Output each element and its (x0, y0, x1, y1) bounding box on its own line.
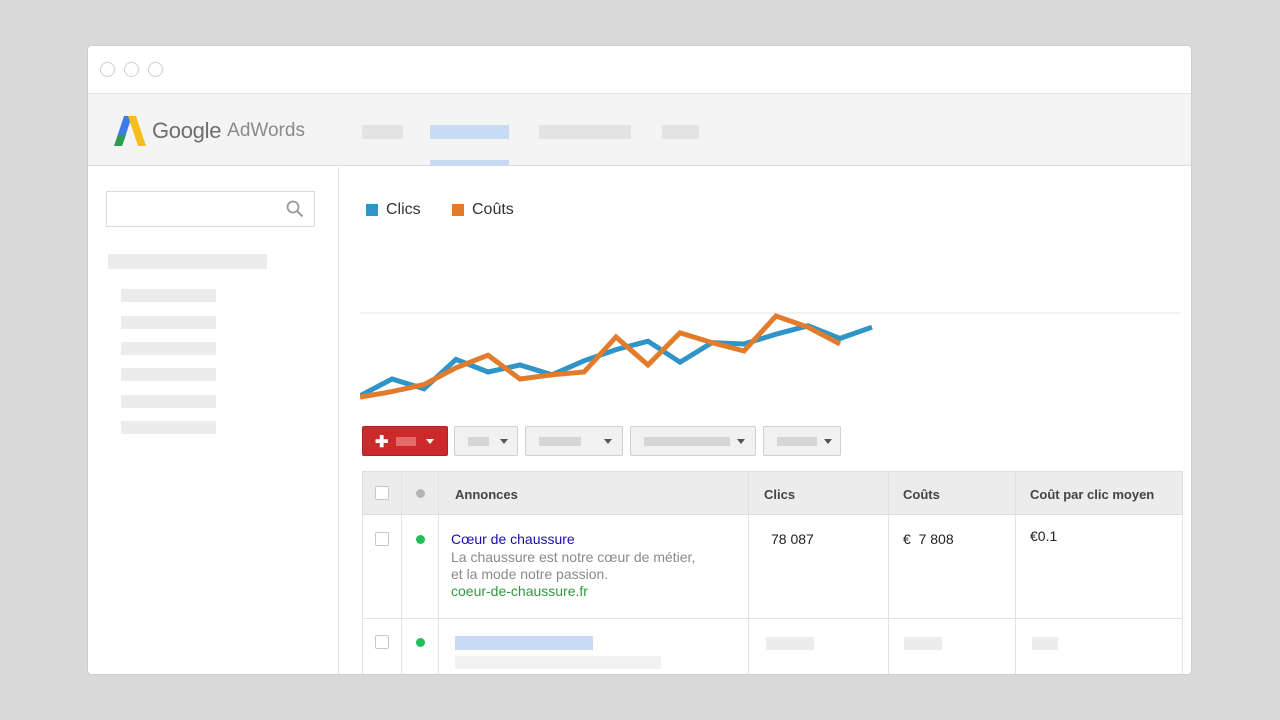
select-all-checkbox[interactable] (375, 486, 389, 500)
dropdown-label-placeholder (777, 437, 817, 446)
row-checkbox[interactable] (375, 635, 389, 649)
ad-display-url: coeur-de-chaussure.fr (451, 583, 588, 599)
header-couts[interactable]: Coûts (903, 487, 940, 502)
app-header: Google AdWords (88, 94, 1191, 166)
header-cpc[interactable]: Coût par clic moyen (1030, 487, 1154, 502)
search-input[interactable] (106, 191, 315, 227)
nav-tab-1[interactable] (362, 125, 403, 139)
dropdown-label-placeholder (644, 437, 730, 446)
series-line-couts (360, 313, 842, 400)
plus-icon: ✚ (375, 434, 389, 451)
chevron-down-icon (824, 439, 832, 444)
filter-dropdown-4[interactable] (763, 426, 841, 456)
chevron-down-icon (604, 439, 612, 444)
ads-table: Annonces Clics Coûts Coût par clic moyen… (362, 471, 1183, 674)
sidebar-item-3[interactable] (121, 342, 216, 355)
nav-tab-3[interactable] (539, 125, 631, 139)
legend-clicks-swatch (366, 204, 378, 216)
status-header-dot (416, 489, 425, 498)
ad-title-link[interactable]: Cœur de chaussure (451, 531, 575, 547)
ad-title-placeholder (455, 636, 593, 650)
sidebar-item-6[interactable] (121, 421, 216, 434)
sidebar-item-2[interactable] (121, 316, 216, 329)
window-titlebar (88, 46, 1191, 94)
legend-clicks-label: Clics (386, 201, 421, 218)
ad-description-line-2: et la mode notre passion. (451, 566, 609, 582)
dropdown-label-placeholder (468, 437, 489, 446)
cell-couts: € 7 808 (903, 531, 954, 547)
sidebar-item-1[interactable] (121, 289, 216, 302)
chevron-down-icon (500, 439, 508, 444)
search-icon (286, 200, 304, 218)
sidebar-heading-placeholder (108, 254, 267, 269)
line-chart (360, 312, 1180, 400)
filter-dropdown-3[interactable] (630, 426, 756, 456)
ad-description-line-1: La chaussure est notre cœur de métier, (451, 549, 696, 565)
cell-placeholder (1032, 637, 1058, 650)
table-row[interactable] (362, 619, 1183, 674)
adwords-logo-icon (114, 116, 146, 146)
sidebar (88, 167, 339, 674)
window-minimize-control[interactable] (124, 62, 139, 77)
logo-google-text: Google (152, 118, 222, 143)
filter-dropdown-2[interactable] (525, 426, 623, 456)
column-divider (438, 471, 439, 674)
chevron-down-icon (737, 439, 745, 444)
main-content: Clics Coûts ✚ Annonces Clics Coûts Coût … (340, 167, 1191, 674)
header-annonces[interactable]: Annonces (455, 487, 518, 502)
sidebar-item-5[interactable] (121, 395, 216, 408)
table-row[interactable]: Cœur de chaussure La chaussure est notre… (362, 515, 1183, 619)
add-button-label-placeholder (396, 437, 416, 446)
logo-adwords-text: AdWords (227, 120, 305, 141)
cell-clics: 78 087 (771, 531, 814, 547)
cell-cpc: €0.1 (1030, 528, 1058, 544)
chevron-down-icon (426, 439, 434, 444)
ad-description-placeholder (455, 656, 661, 669)
adwords-logo[interactable]: Google AdWords (114, 116, 305, 146)
add-button[interactable]: ✚ (362, 426, 448, 456)
row-checkbox[interactable] (375, 532, 389, 546)
filter-dropdown-1[interactable] (454, 426, 518, 456)
browser-window: Google AdWords Clics Coûts ✚ Annonces Cl… (88, 46, 1191, 674)
column-divider (1015, 471, 1016, 674)
dropdown-label-placeholder (539, 437, 581, 446)
nav-tab-2-active[interactable] (430, 125, 509, 139)
cell-placeholder (766, 637, 814, 650)
window-close-control[interactable] (100, 62, 115, 77)
status-active-dot (416, 638, 425, 647)
header-clics[interactable]: Clics (764, 487, 795, 502)
column-divider (401, 471, 402, 674)
nav-active-underline (430, 160, 509, 166)
column-divider (748, 471, 749, 674)
legend-costs-label: Coûts (472, 201, 514, 218)
legend-costs-swatch (452, 204, 464, 216)
cell-placeholder (904, 637, 942, 650)
status-active-dot (416, 535, 425, 544)
legend-clicks[interactable]: Clics (366, 201, 421, 219)
sidebar-item-4[interactable] (121, 368, 216, 381)
column-divider (888, 471, 889, 674)
window-maximize-control[interactable] (148, 62, 163, 77)
nav-tab-4[interactable] (662, 125, 699, 139)
table-header-row: Annonces Clics Coûts Coût par clic moyen (362, 471, 1183, 515)
legend-costs[interactable]: Coûts (452, 201, 514, 219)
